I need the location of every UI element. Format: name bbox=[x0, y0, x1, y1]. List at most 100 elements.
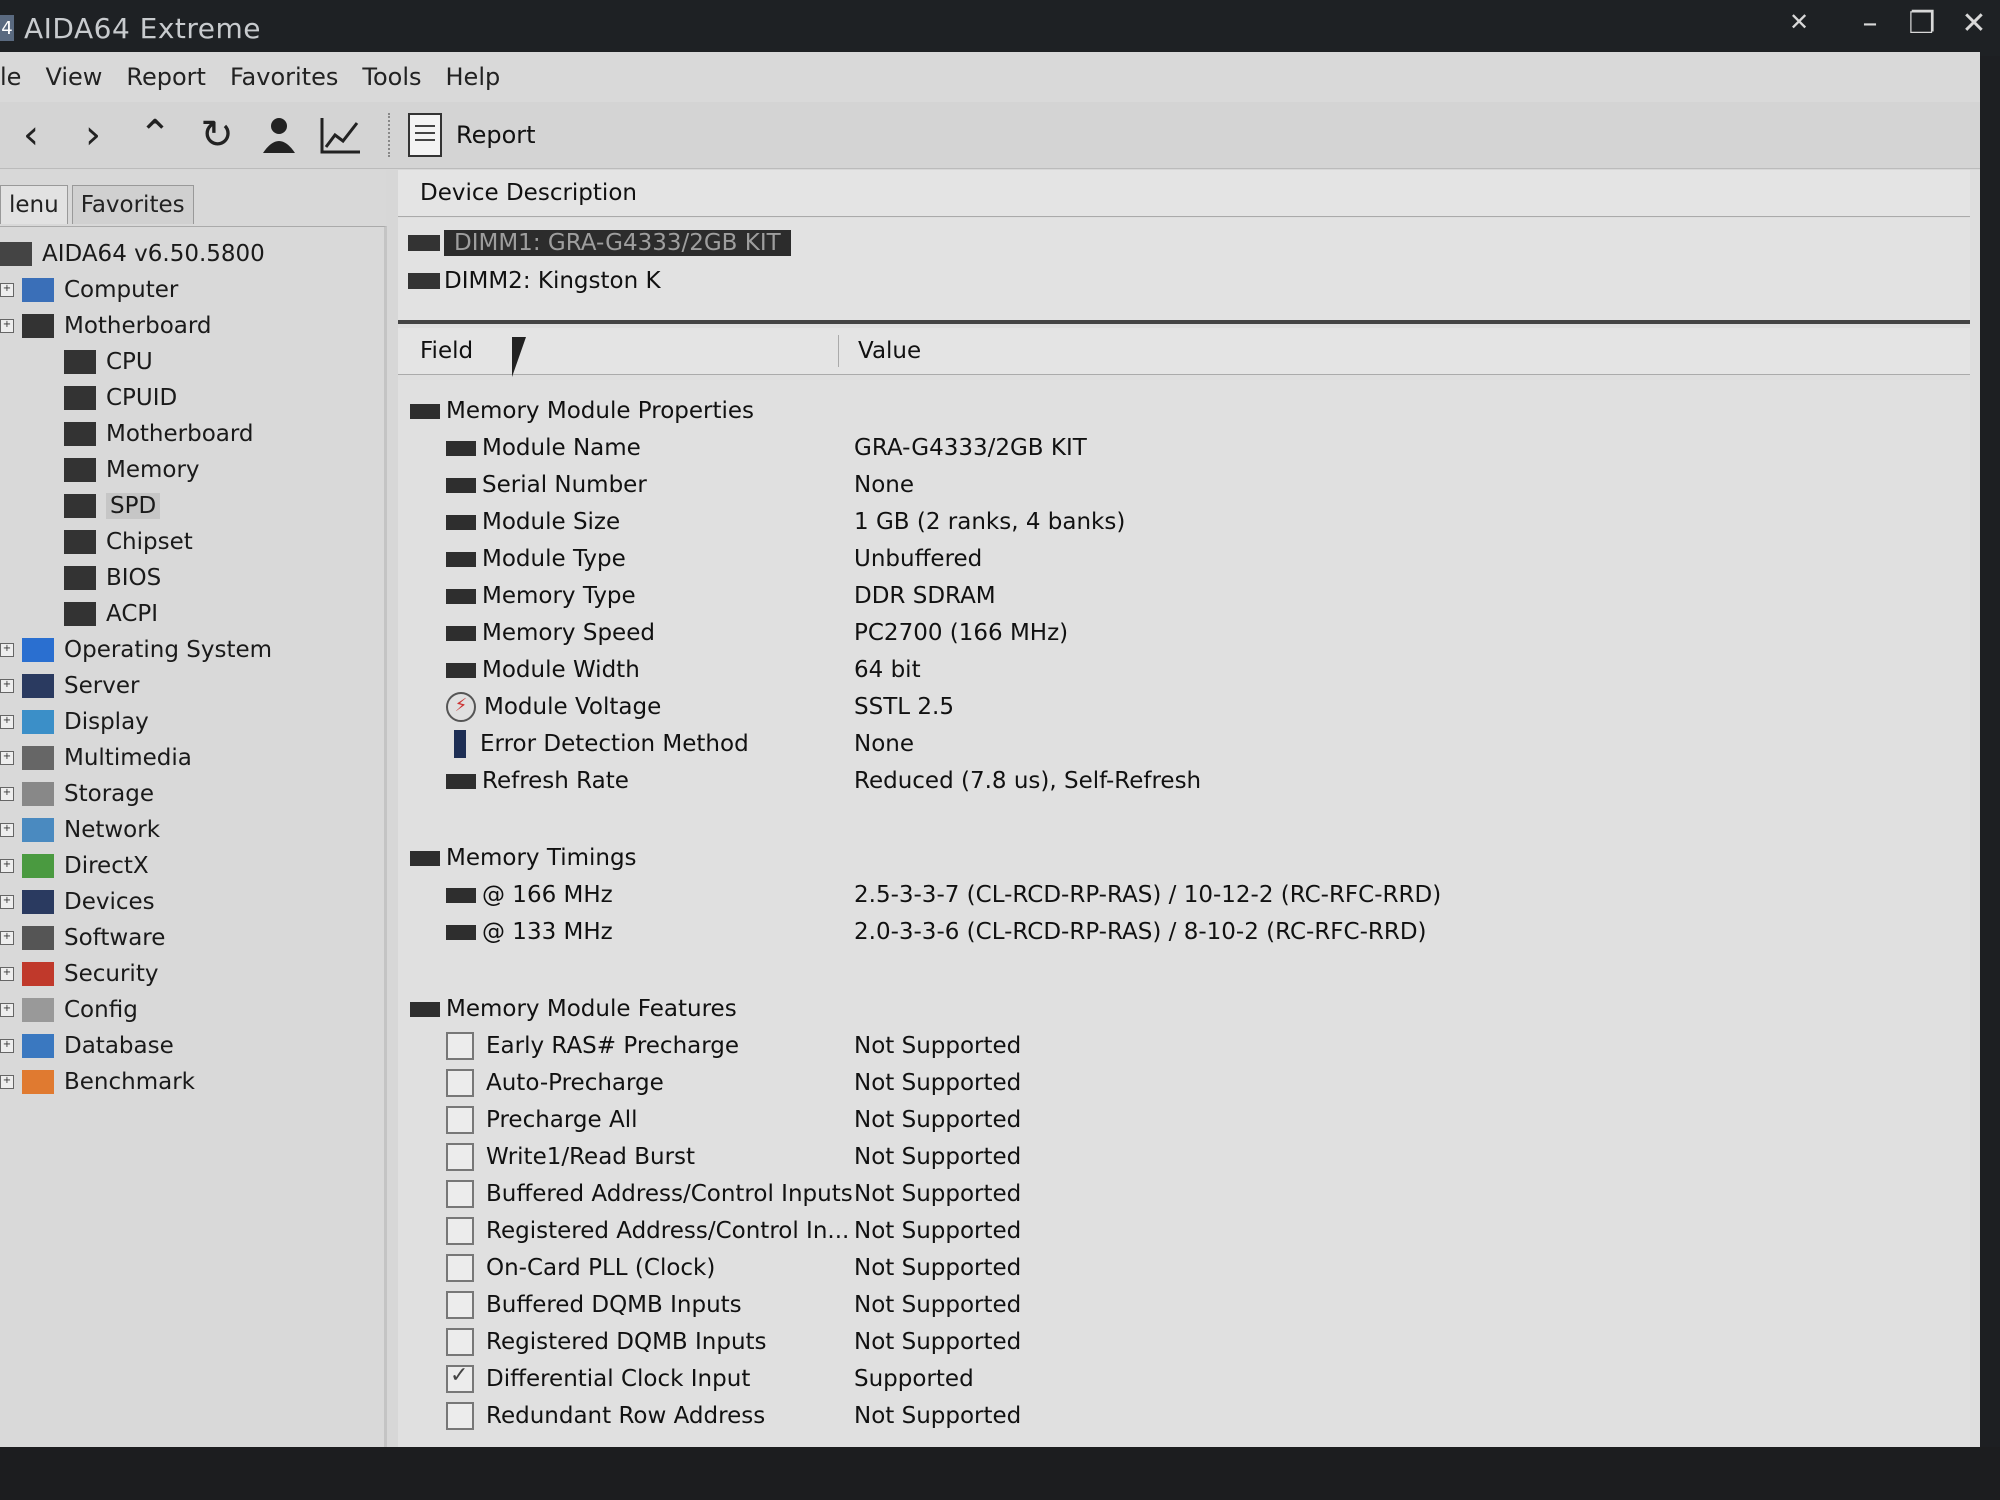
tree-item-motherboard[interactable]: Motherboard bbox=[64, 417, 254, 451]
chart-icon[interactable] bbox=[310, 109, 372, 161]
expand-icon[interactable]: + bbox=[0, 751, 14, 765]
tree-item-operating-system[interactable]: + Operating System bbox=[0, 633, 272, 667]
tree-item-server[interactable]: + Server bbox=[0, 669, 139, 703]
expand-icon[interactable]: + bbox=[0, 319, 14, 333]
tree-item-bios[interactable]: BIOS bbox=[64, 561, 161, 595]
tree-item-multimedia[interactable]: + Multimedia bbox=[0, 741, 192, 775]
report-button[interactable]: Report bbox=[408, 113, 536, 157]
property-row[interactable]: Early RAS# Precharge Not Supported bbox=[398, 1029, 1970, 1063]
close-button[interactable]: ✕ bbox=[1948, 6, 2000, 41]
checkbox-icon bbox=[446, 1180, 474, 1208]
expand-icon[interactable]: + bbox=[0, 1075, 14, 1089]
maximize-button[interactable]: ❐ bbox=[1896, 6, 1948, 41]
tree-item-config[interactable]: + Config bbox=[0, 993, 138, 1027]
tree-item-storage[interactable]: + Storage bbox=[0, 777, 154, 811]
tree-item-cpuid[interactable]: CPUID bbox=[64, 381, 177, 415]
expand-icon[interactable]: + bbox=[0, 823, 14, 837]
minimize-button[interactable]: – bbox=[1844, 6, 1896, 41]
tree-item-cpu[interactable]: CPU bbox=[64, 345, 153, 379]
tree-item-directx[interactable]: + DirectX bbox=[0, 849, 149, 883]
property-row[interactable]: Refresh Rate Reduced (7.8 us), Self-Refre… bbox=[398, 764, 1970, 798]
expand-icon[interactable]: + bbox=[0, 859, 14, 873]
forward-icon[interactable]: › bbox=[62, 109, 124, 161]
expand-icon[interactable]: + bbox=[0, 1003, 14, 1017]
property-row[interactable]: Serial Number None bbox=[398, 468, 1970, 502]
property-row[interactable]: Memory Type DDR SDRAM bbox=[398, 579, 1970, 613]
property-row[interactable]: Registered DQMB Inputs Not Supported bbox=[398, 1325, 1970, 1359]
group-row[interactable]: Memory Module Properties bbox=[398, 394, 1970, 428]
tree-item-memory[interactable]: Memory bbox=[64, 453, 200, 487]
expand-icon[interactable]: + bbox=[0, 931, 14, 945]
field-cell: Module Width bbox=[446, 653, 640, 687]
expand-icon[interactable]: + bbox=[0, 283, 14, 297]
tree-item-display[interactable]: + Display bbox=[0, 705, 149, 739]
refresh-icon[interactable]: ↻ bbox=[186, 109, 248, 161]
value-cell: 1 GB (2 ranks, 4 banks) bbox=[854, 509, 1126, 535]
expand-icon[interactable]: + bbox=[0, 643, 14, 657]
tree-item-aida64-v6-50-5800[interactable]: AIDA64 v6.50.5800 bbox=[0, 237, 265, 271]
expand-icon[interactable]: + bbox=[0, 895, 14, 909]
menu-view[interactable]: View bbox=[45, 63, 102, 91]
device-item[interactable]: DIMM2: Kingston K bbox=[408, 264, 661, 298]
close-tab-icon[interactable]: ✕ bbox=[1773, 8, 1825, 36]
menu-report[interactable]: Report bbox=[126, 63, 206, 91]
field-cell: Differential Clock Input bbox=[446, 1362, 750, 1396]
property-row[interactable]: Buffered DQMB Inputs Not Supported bbox=[398, 1288, 1970, 1322]
tree-item-spd[interactable]: SPD bbox=[64, 489, 161, 523]
tree-item-devices[interactable]: + Devices bbox=[0, 885, 155, 919]
device-description-header[interactable]: Device Description bbox=[398, 170, 1970, 217]
tab-menu[interactable]: lenu bbox=[0, 185, 68, 224]
property-row[interactable]: ⚡ Module Voltage SSTL 2.5 bbox=[398, 690, 1970, 724]
devices-icon bbox=[22, 890, 54, 914]
property-row[interactable]: Error Detection Method None bbox=[398, 727, 1970, 761]
field-label: Precharge All bbox=[486, 1107, 638, 1133]
group-row[interactable]: Memory Module Features bbox=[398, 992, 1970, 1026]
property-row[interactable]: @ 133 MHz 2.0-3-3-6 (CL-RCD-RP-RAS) / 8-1… bbox=[398, 915, 1970, 949]
property-row[interactable]: Precharge All Not Supported bbox=[398, 1103, 1970, 1137]
field-label: @ 133 MHz bbox=[482, 919, 613, 945]
tree-item-benchmark[interactable]: + Benchmark bbox=[0, 1065, 195, 1099]
field-cell: Auto-Precharge bbox=[446, 1066, 664, 1100]
property-row[interactable]: Module Size 1 GB (2 ranks, 4 banks) bbox=[398, 505, 1970, 539]
property-row[interactable]: Registered Address/Control In... Not Supp… bbox=[398, 1214, 1970, 1248]
property-row[interactable]: Module Width 64 bit bbox=[398, 653, 1970, 687]
field-cell: Refresh Rate bbox=[446, 764, 629, 798]
tree-item-motherboard[interactable]: + Motherboard bbox=[0, 309, 212, 343]
expand-icon[interactable]: + bbox=[0, 679, 14, 693]
tree-item-network[interactable]: + Network bbox=[0, 813, 160, 847]
back-icon[interactable]: ‹ bbox=[0, 109, 62, 161]
expand-icon[interactable]: + bbox=[0, 787, 14, 801]
property-row[interactable]: Write1/Read Burst Not Supported bbox=[398, 1140, 1970, 1174]
expand-icon[interactable]: + bbox=[0, 967, 14, 981]
expand-icon[interactable]: + bbox=[0, 1039, 14, 1053]
tree-item-database[interactable]: + Database bbox=[0, 1029, 174, 1063]
property-row[interactable]: @ 166 MHz 2.5-3-3-7 (CL-RCD-RP-RAS) / 10-… bbox=[398, 878, 1970, 912]
field-column-header[interactable]: Field bbox=[420, 338, 473, 364]
tree-item-software[interactable]: + Software bbox=[0, 921, 165, 955]
device-item[interactable]: DIMM1: GRA-G4333/2GB KIT bbox=[408, 226, 791, 260]
tree-item-chipset[interactable]: Chipset bbox=[64, 525, 193, 559]
tree-item-computer[interactable]: + Computer bbox=[0, 273, 178, 307]
menu-favorites[interactable]: Favorites bbox=[230, 63, 338, 91]
property-row[interactable]: Buffered Address/Control Inputs Not Suppo… bbox=[398, 1177, 1970, 1211]
group-row[interactable]: Memory Timings bbox=[398, 841, 1970, 875]
menu-file[interactable]: le bbox=[0, 63, 21, 91]
tree-item-security[interactable]: + Security bbox=[0, 957, 158, 991]
menu-help[interactable]: Help bbox=[446, 63, 501, 91]
tab-favorites[interactable]: Favorites bbox=[71, 185, 194, 224]
up-icon[interactable]: ⌃ bbox=[124, 109, 186, 161]
property-row[interactable]: Module Name GRA-G4333/2GB KIT bbox=[398, 431, 1970, 465]
property-row[interactable]: Memory Speed PC2700 (166 MHz) bbox=[398, 616, 1970, 650]
value-column-header[interactable]: Value bbox=[858, 338, 921, 364]
field-label: Buffered Address/Control Inputs bbox=[486, 1181, 853, 1207]
property-row[interactable]: Redundant Row Address Not Supported bbox=[398, 1399, 1970, 1433]
property-row[interactable]: On-Card PLL (Clock) Not Supported bbox=[398, 1251, 1970, 1285]
property-row[interactable]: Auto-Precharge Not Supported bbox=[398, 1066, 1970, 1100]
property-row[interactable]: Differential Clock Input Supported bbox=[398, 1362, 1970, 1396]
tree-item-acpi[interactable]: ACPI bbox=[64, 597, 158, 631]
expand-icon[interactable]: + bbox=[0, 715, 14, 729]
server-icon bbox=[22, 674, 54, 698]
property-row[interactable]: Module Type Unbuffered bbox=[398, 542, 1970, 576]
menu-tools[interactable]: Tools bbox=[362, 63, 421, 91]
user-icon[interactable] bbox=[248, 109, 310, 161]
